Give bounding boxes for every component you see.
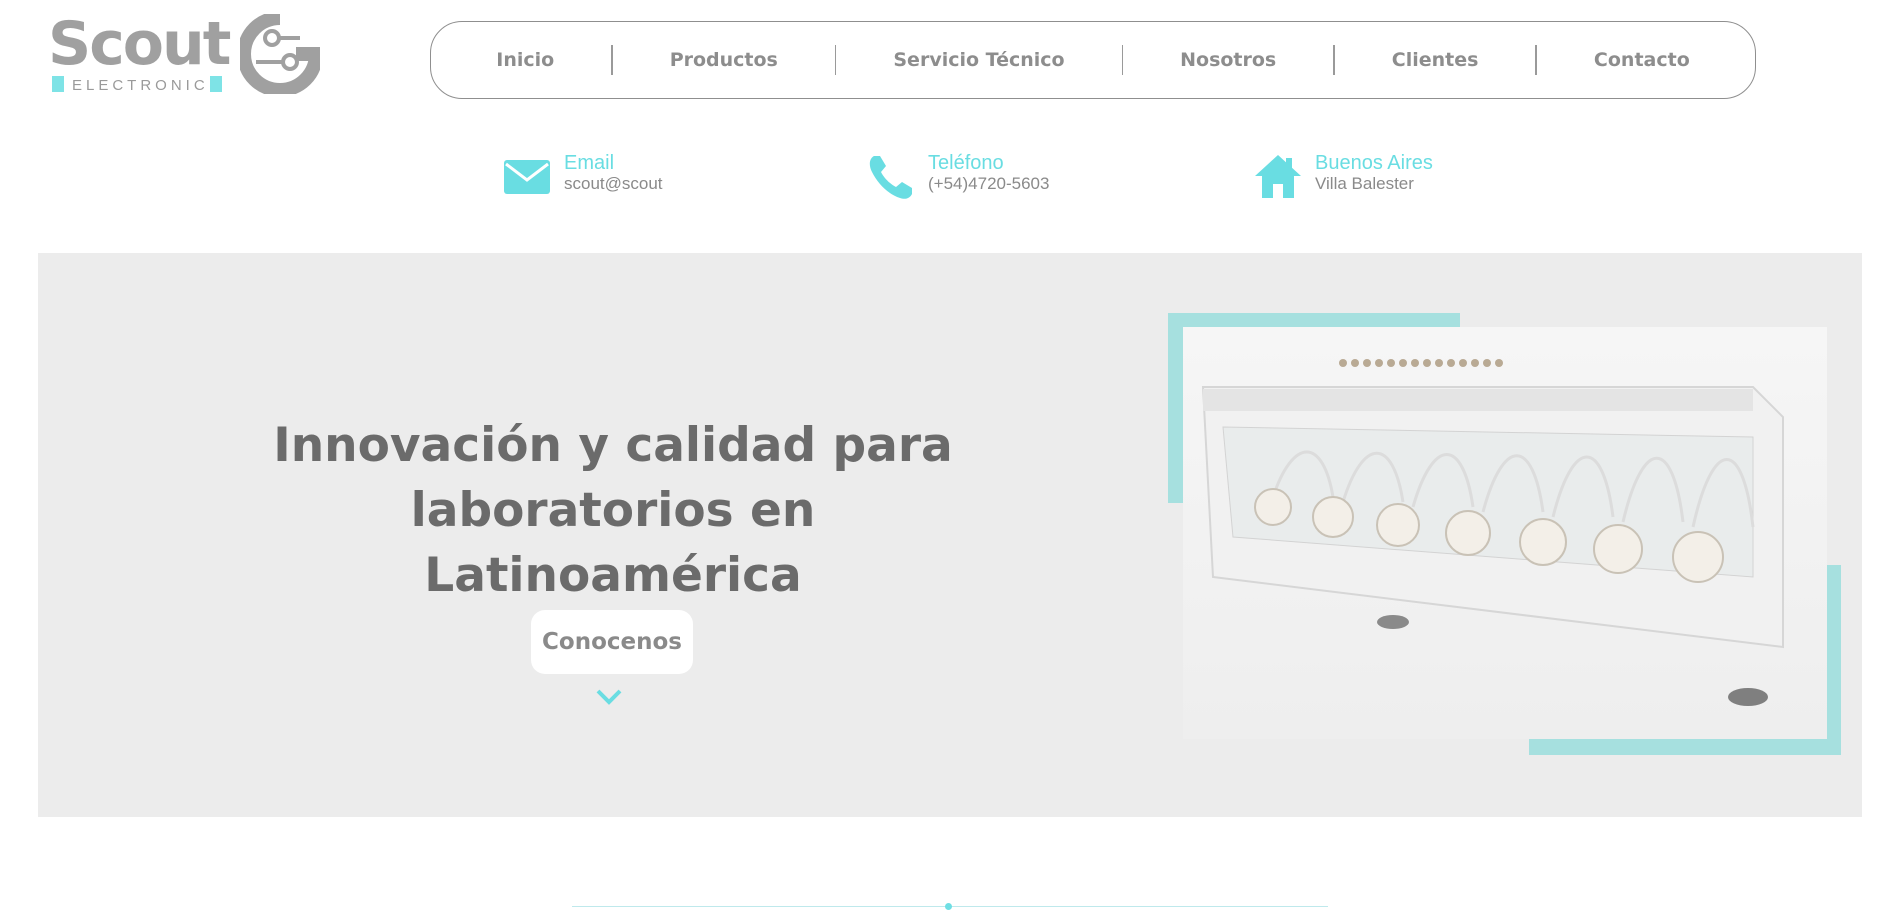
chevron-down-icon[interactable]: [594, 687, 624, 707]
nav-nosotros[interactable]: Nosotros: [1123, 45, 1333, 75]
contact-location[interactable]: Buenos Aires Villa Balester: [1253, 152, 1433, 202]
brand-logo[interactable]: Scout ELECTRONIC: [48, 14, 328, 98]
divider-dot: [945, 903, 952, 910]
hero-title-line1: Innovación y calidad para laboratorios e…: [273, 418, 953, 538]
phone-icon: [869, 156, 912, 199]
nav-contacto[interactable]: Contacto: [1537, 45, 1747, 75]
contact-phone[interactable]: Teléfono (+54)4720-5603: [866, 152, 1049, 202]
hero-title-line2: Latinoamérica: [424, 548, 802, 603]
logo-square-right: [210, 76, 222, 92]
house-icon: [1255, 155, 1301, 198]
conocenos-button[interactable]: Conocenos: [531, 610, 693, 674]
contact-location-title: Buenos Aires: [1315, 152, 1433, 174]
logo-square-left: [52, 76, 64, 92]
envelope-icon: [504, 160, 550, 194]
nav-servicio-tecnico[interactable]: Servicio Técnico: [836, 45, 1121, 75]
brand-tagline: ELECTRONIC: [72, 77, 209, 94]
hero-section: Innovación y calidad para laboratorios e…: [38, 253, 1862, 817]
contact-location-value: Villa Balester: [1315, 174, 1414, 193]
contact-email-value: scout@scout: [564, 174, 663, 193]
nav-clientes[interactable]: Clientes: [1335, 45, 1536, 75]
hero-title: Innovación y calidad para laboratorios e…: [108, 413, 1118, 608]
logo-circuit-icon: [240, 14, 320, 94]
nav-productos[interactable]: Productos: [613, 45, 835, 75]
contact-email-title: Email: [564, 152, 615, 174]
nav-inicio[interactable]: Inicio: [439, 45, 611, 75]
contact-phone-title: Teléfono: [928, 152, 1004, 174]
contact-email[interactable]: Email scout@scout: [502, 152, 663, 202]
brand-name: Scout: [48, 9, 231, 79]
contact-phone-value: (+54)4720-5603: [928, 174, 1050, 193]
main-nav: Inicio Productos Servicio Técnico Nosotr…: [430, 21, 1756, 99]
peristaltic-pump-photo: [1183, 327, 1827, 739]
